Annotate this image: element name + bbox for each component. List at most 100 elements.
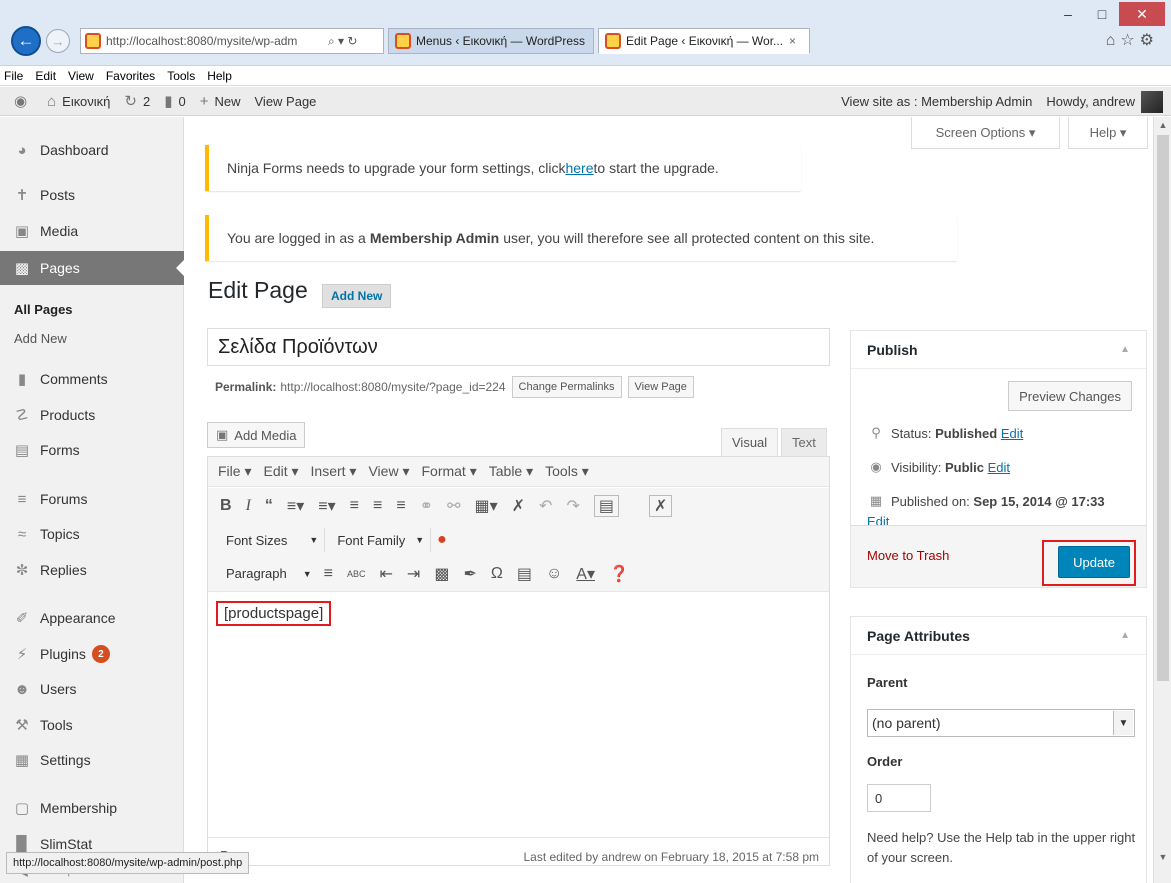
close-icon[interactable]: ✕: [1119, 2, 1165, 26]
menu-file[interactable]: File: [4, 69, 23, 83]
settings-gear-icon[interactable]: ⚙: [1140, 32, 1159, 49]
redo-icon[interactable]: ↷: [566, 496, 579, 516]
menu-view[interactable]: View: [68, 69, 94, 83]
link-icon[interactable]: ⚭: [420, 496, 433, 516]
add-new-page-button[interactable]: Add New: [322, 284, 392, 308]
collapse-arrow-icon[interactable]: ▲: [1120, 344, 1130, 355]
page-attributes-header[interactable]: Page Attributes ▲: [851, 617, 1146, 655]
change-permalinks-button[interactable]: Change Permalinks: [511, 376, 622, 398]
back-button[interactable]: ←: [11, 26, 41, 56]
admin-bar-updates[interactable]: ↻ 2: [124, 92, 150, 110]
sidebar-item-products[interactable]: ☡ Products: [0, 398, 184, 432]
numbered-list-icon[interactable]: ≡▾: [318, 496, 335, 516]
sidebar-item-topics[interactable]: ≈ Topics: [0, 517, 184, 551]
tab-visual[interactable]: Visual: [721, 428, 779, 456]
bullet-list-icon[interactable]: ≡▾: [287, 496, 304, 516]
tab-text[interactable]: Text: [781, 428, 827, 456]
strikethrough-icon[interactable]: ABC: [347, 569, 366, 579]
align-center-icon[interactable]: ≡: [373, 497, 382, 515]
justify-icon[interactable]: ≡: [324, 565, 333, 583]
scroll-up-icon[interactable]: ▲: [1154, 117, 1171, 133]
menu-edit[interactable]: Edit: [35, 69, 56, 83]
move-to-trash-link[interactable]: Move to Trash: [867, 548, 949, 563]
scroll-down-icon[interactable]: ▼: [1154, 849, 1171, 865]
menu-help[interactable]: Help: [207, 69, 232, 83]
horizontal-line-icon[interactable]: ▤: [517, 564, 532, 584]
sidebar-item-posts[interactable]: ✝ Posts: [0, 178, 184, 212]
address-url[interactable]: http://localhost:8080/mysite/wp-adm: [106, 34, 324, 48]
admin-bar-comments[interactable]: ▮ 0: [164, 92, 186, 110]
view-page-button[interactable]: View Page: [627, 376, 694, 398]
favorites-star-icon[interactable]: ☆: [1120, 32, 1139, 49]
preview-changes-button[interactable]: Preview Changes: [1008, 381, 1132, 411]
sidebar-item-media[interactable]: ▣ Media: [0, 214, 184, 248]
avatar[interactable]: [1141, 90, 1163, 113]
page-scrollbar[interactable]: ▲ ▼: [1153, 117, 1171, 883]
bold-icon[interactable]: B: [220, 497, 232, 515]
color-picker-icon[interactable]: ●: [437, 531, 447, 549]
sidebar-item-membership[interactable]: ▢ Membership: [0, 791, 184, 825]
paste-text-icon[interactable]: ▩: [434, 564, 449, 584]
admin-bar-new[interactable]: + New: [200, 93, 241, 110]
sidebar-item-appearance[interactable]: ✐ Appearance: [0, 601, 184, 635]
align-right-icon[interactable]: ≡: [396, 497, 405, 515]
outdent-icon[interactable]: ⇤: [380, 564, 393, 584]
add-media-button[interactable]: ▣ Add Media: [207, 422, 306, 448]
home-icon[interactable]: ⌂: [1106, 32, 1121, 49]
unlink-icon[interactable]: ⚯: [447, 496, 460, 516]
toolbar-toggle-icon[interactable]: ▤: [593, 495, 619, 517]
editor-content-area[interactable]: [productspage]: [208, 593, 829, 837]
help-button[interactable]: Help ▾: [1068, 117, 1148, 149]
blockquote-icon[interactable]: “: [265, 497, 273, 515]
italic-icon[interactable]: I: [246, 497, 251, 515]
sidebar-item-settings[interactable]: ▦ Settings: [0, 743, 184, 777]
help-icon[interactable]: ❓: [609, 564, 629, 584]
sidebar-subitem-all-pages[interactable]: All Pages: [0, 295, 184, 323]
menu-tools[interactable]: Tools: [167, 69, 195, 83]
sidebar-item-pages[interactable]: ▩ Pages: [0, 251, 184, 285]
sidebar-item-dashboard[interactable]: ◕ Dashboard: [0, 133, 184, 167]
edit-status-link[interactable]: Edit: [1001, 426, 1023, 441]
parent-select[interactable]: (no parent) ▼: [867, 709, 1135, 737]
editor-menu-insert[interactable]: Insert ▾: [311, 463, 357, 480]
publish-header[interactable]: Publish ▲: [851, 331, 1146, 369]
address-bar[interactable]: http://localhost:8080/mysite/wp-adm ⌕ ▾ …: [80, 28, 384, 54]
wordpress-logo-icon[interactable]: ◉: [14, 92, 33, 110]
post-title-input[interactable]: Σελίδα Προϊόντων: [207, 328, 830, 366]
indent-icon[interactable]: ⇥: [407, 564, 420, 584]
admin-bar-site[interactable]: ⌂ Εικονική: [47, 93, 110, 110]
emoticon-icon[interactable]: ☺: [546, 565, 562, 583]
sidebar-item-forms[interactable]: ▤ Forms: [0, 433, 184, 467]
sidebar-item-comments[interactable]: ▮ Comments: [0, 362, 184, 396]
maximize-icon[interactable]: □: [1085, 2, 1119, 26]
undo-icon[interactable]: ↶: [539, 496, 552, 516]
editor-menu-view[interactable]: View ▾: [368, 463, 409, 480]
table-icon[interactable]: ▦▾: [474, 496, 497, 516]
editor-menu-edit[interactable]: Edit ▾: [263, 463, 298, 480]
editor-menu-tools[interactable]: Tools ▾: [545, 463, 589, 480]
permalink-url[interactable]: http://localhost:8080/mysite/?page_id=22…: [280, 380, 505, 394]
special-character-icon[interactable]: Ω: [491, 565, 503, 583]
howdy-user[interactable]: Howdy, andrew: [1046, 94, 1135, 109]
productspage-shortcode[interactable]: [productspage]: [216, 601, 332, 626]
menu-favorites[interactable]: Favorites: [106, 69, 155, 83]
update-button[interactable]: Update: [1058, 546, 1130, 578]
font-family-select[interactable]: Font Family ▼: [331, 528, 432, 552]
tab-close-icon[interactable]: ×: [789, 34, 796, 48]
sidebar-item-replies[interactable]: ✼ Replies: [0, 553, 184, 587]
minimize-icon[interactable]: –: [1051, 2, 1085, 26]
sidebar-item-users[interactable]: ☻ Users: [0, 672, 184, 706]
chevron-down-icon[interactable]: ▼: [1113, 711, 1133, 735]
sidebar-item-forums[interactable]: ≡ Forums: [0, 482, 184, 516]
collapse-arrow-icon[interactable]: ▲: [1120, 630, 1130, 641]
admin-bar-view-page[interactable]: View Page: [255, 94, 317, 109]
view-site-as[interactable]: View site as : Membership Admin: [841, 94, 1032, 109]
address-tools-icon[interactable]: ⌕ ▾ ↻: [328, 34, 357, 49]
align-left-icon[interactable]: ≡: [350, 497, 359, 515]
editor-menu-format[interactable]: Format ▾: [421, 463, 476, 480]
editor-menu-file[interactable]: File ▾: [218, 463, 251, 480]
font-sizes-select[interactable]: Font Sizes ▼: [220, 528, 326, 552]
sidebar-subitem-add-new[interactable]: Add New: [0, 324, 184, 352]
forward-button[interactable]: →: [46, 29, 70, 53]
sidebar-item-tools[interactable]: ⚒ Tools: [0, 708, 184, 742]
